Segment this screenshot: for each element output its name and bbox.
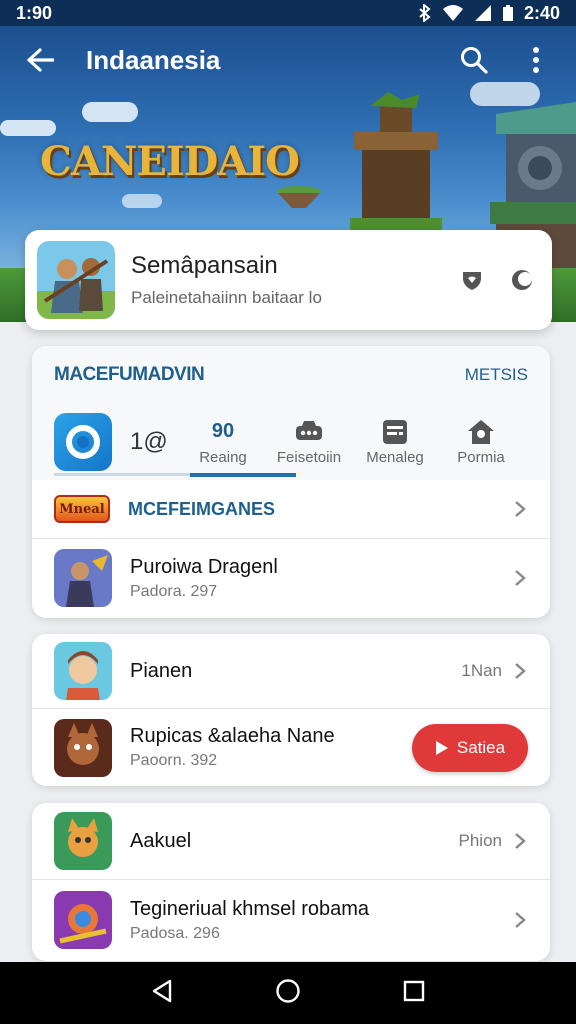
- tab-active-indicator: [190, 473, 296, 477]
- app-title: Pianen: [130, 659, 193, 682]
- app-subtitle: Padosa. 296: [130, 924, 220, 942]
- list-item[interactable]: Tegineriual khmsel robama Padosa. 296: [32, 880, 550, 960]
- search-button[interactable]: [454, 40, 494, 80]
- ring-icon: [66, 425, 100, 459]
- app-subtitle: Paoorn. 392: [130, 752, 218, 769]
- featured-app-title: Semâpansain: [131, 252, 278, 279]
- battery-icon: [502, 5, 513, 21]
- app-icon: [54, 812, 112, 870]
- play-icon: [435, 740, 448, 755]
- app-meta: Phion: [458, 831, 502, 850]
- shield-heart-icon: [463, 272, 481, 290]
- app-icon: [54, 642, 112, 700]
- floating-island: [277, 186, 321, 208]
- tab-feisetoiin[interactable]: Feisetoiin: [266, 419, 352, 466]
- chevron-right-icon: [512, 833, 528, 849]
- tab-label: Reaing: [199, 448, 247, 466]
- theme-toggle-button[interactable]: [504, 262, 540, 298]
- category-app-icon[interactable]: [54, 413, 112, 471]
- section-title: MACEFUMADVIN: [54, 364, 205, 385]
- app-icon: [54, 549, 112, 607]
- back-arrow-icon: [27, 48, 54, 72]
- moon-icon: [512, 270, 532, 290]
- app-title: Tegineriual khmsel robama: [130, 897, 370, 920]
- signal-icon: [474, 5, 491, 21]
- square-recents-icon: [403, 980, 425, 1001]
- circle-home-icon: [276, 978, 300, 1003]
- system-nav-bar: [0, 962, 576, 1024]
- app-title: Puroiwa Dragenl: [130, 555, 278, 578]
- app-icon: [54, 718, 112, 777]
- search-icon: [461, 47, 488, 74]
- favorite-button[interactable]: [454, 262, 490, 298]
- tab-label: Feisetoiin: [276, 448, 342, 466]
- nav-recents-button[interactable]: [403, 980, 425, 1007]
- category-panel: MACEFUMADVIN METSIS 1@ 90 Reaing Feiseto…: [32, 346, 550, 618]
- list-item[interactable]: Pianen 1Nan: [32, 634, 550, 708]
- status-icons: 2:40: [418, 3, 560, 24]
- app-toolbar: Indaanesia: [0, 26, 576, 94]
- list-item[interactable]: Puroiwa Dragenl Padora. 297: [32, 539, 550, 617]
- chevron-right-icon: [512, 501, 528, 517]
- app-subtitle: Padora. 297: [130, 582, 218, 600]
- nav-back-button[interactable]: [151, 979, 173, 1008]
- tab-reaing[interactable]: 90 Reaing: [180, 419, 266, 466]
- app-list-panel: Pianen 1Nan Rupicas &alaeha Nane Paoorn.…: [32, 634, 550, 786]
- cloud: [82, 102, 138, 122]
- games-title: MCEFEIMGANES: [128, 498, 276, 519]
- list-item[interactable]: Aakuel Phion: [32, 803, 550, 879]
- featured-app-card[interactable]: Semâpansain Paleinetahaiinn baitaar lo: [25, 230, 552, 330]
- app-icon: [54, 891, 112, 949]
- chevron-right-icon: [512, 663, 528, 679]
- category-count: 1@: [130, 428, 168, 455]
- tab-label: Menaleg: [366, 448, 424, 466]
- app-meta: 1Nan: [461, 661, 502, 680]
- play-button-label: Satiea: [456, 737, 506, 757]
- app-title: Aakuel: [130, 829, 192, 852]
- games-header-row[interactable]: Mneal MCEFEIMGANES: [32, 480, 550, 538]
- chevron-right-icon: [512, 912, 528, 928]
- page-title: Indaanesia: [86, 44, 221, 75]
- featured-app-icon: [37, 241, 115, 319]
- cloud: [122, 194, 162, 208]
- hero-logo: CANEIDAIO: [40, 138, 300, 185]
- nav-home-button[interactable]: [275, 978, 301, 1009]
- list-icon: [383, 419, 407, 444]
- list-item[interactable]: Rupicas &alaeha Nane Paoorn. 392 Satiea: [32, 709, 550, 786]
- section-action-link[interactable]: METSIS: [465, 365, 528, 385]
- cloud: [0, 120, 56, 136]
- more-vert-icon: [533, 47, 539, 73]
- status-time-left: 1:90: [16, 2, 53, 23]
- overflow-menu-button[interactable]: [516, 40, 556, 80]
- tab-menaleg[interactable]: Menaleg: [352, 419, 438, 466]
- app-list-panel: Aakuel Phion Tegineriual khmsel robama P…: [32, 803, 550, 961]
- games-badge: Mneal: [54, 495, 110, 523]
- status-bar: 1:90 2:40: [0, 0, 576, 26]
- back-button[interactable]: [20, 40, 60, 80]
- play-button[interactable]: Satiea: [412, 723, 528, 772]
- tab-label: Pormia: [457, 448, 505, 466]
- section-header: MACEFUMADVIN METSIS: [32, 346, 550, 404]
- category-tabs: 1@ 90 Reaing Feisetoiin Menaleg Pormia: [32, 404, 550, 480]
- bluetooth-icon: [419, 4, 431, 22]
- status-time-right: 2:40: [523, 2, 560, 23]
- tab-pormia[interactable]: Pormia: [438, 419, 524, 466]
- triangle-back-icon: [152, 979, 172, 1002]
- tab-value: 90: [211, 420, 235, 442]
- chevron-right-icon: [512, 570, 528, 586]
- featured-app-subtitle: Paleinetahaiinn baitaar lo: [131, 288, 322, 307]
- app-title: Rupicas &alaeha Nane: [130, 725, 335, 747]
- wifi-icon: [442, 5, 463, 21]
- bus-icon: [296, 420, 322, 440]
- home-icon: [468, 419, 494, 444]
